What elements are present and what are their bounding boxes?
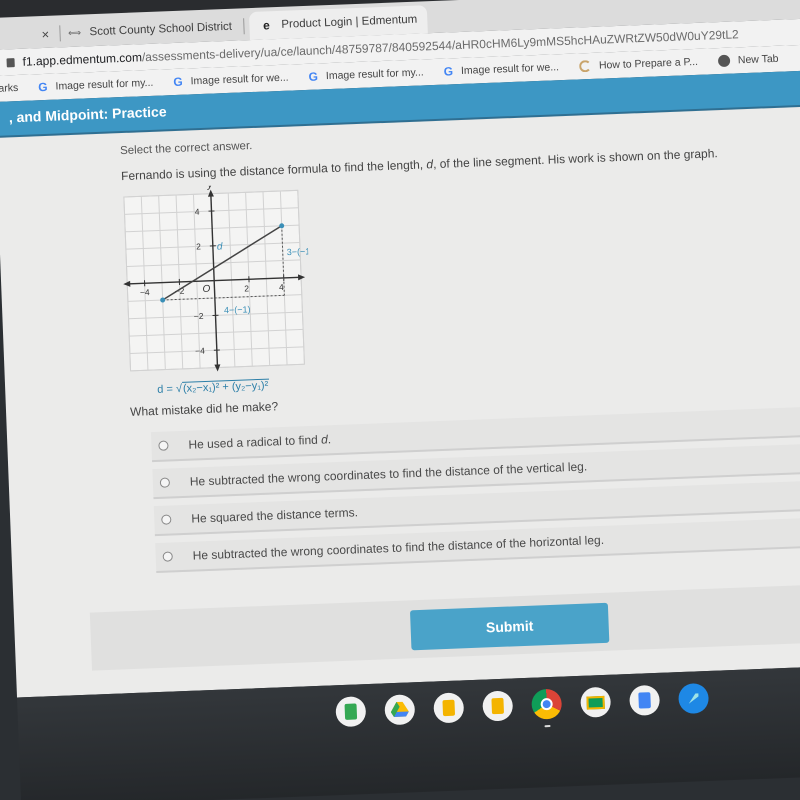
page-title: , and Midpoint: Practice [8, 103, 167, 126]
question-text-part: , of the line segment. His work is shown… [432, 146, 718, 172]
y-tick-label: −2 [194, 311, 204, 321]
bookmark-label: Image result for we... [190, 71, 289, 88]
bookmark-label: New Tab [737, 52, 779, 67]
google-g-icon: G [173, 74, 183, 90]
option-text: He used a radical to find [188, 432, 322, 452]
radio-button[interactable] [161, 514, 172, 525]
option-label: He used a radical to find d. [188, 432, 331, 451]
bookmark-all-bookmarks[interactable]: marks [0, 82, 18, 95]
google-g-icon: G [443, 64, 454, 79]
instruction-text: Select the correct answer. [119, 140, 253, 158]
x-tick-label: −4 [140, 287, 150, 297]
shelf-apps [335, 682, 728, 728]
question-text-part: Fernando is using the distance formula t… [120, 157, 427, 184]
bookmark-label: Image result for we... [460, 61, 560, 77]
tab-separator [59, 25, 61, 42]
bookmark-item[interactable]: How to Prepare a P... [578, 55, 699, 73]
drive-icon[interactable] [384, 694, 416, 726]
submit-button[interactable]: Submit [409, 602, 610, 651]
formula-radicand: (x₂−x₁)² + (y₂−y₁)² [181, 378, 270, 395]
google-g-icon: G [37, 79, 48, 95]
docs-icon[interactable] [629, 684, 661, 716]
option-text: . [327, 432, 332, 447]
bookmark-label: Image result for my... [325, 66, 424, 83]
horizontal-leg-label: 4−(−1) [224, 304, 251, 315]
bookmark-label: marks [0, 81, 19, 96]
radio-button[interactable] [159, 477, 171, 488]
lock-icon [6, 57, 15, 67]
radio-button[interactable] [162, 551, 173, 562]
option-label: He subtracted the wrong coordinates to f… [192, 532, 605, 563]
sheets-icon[interactable] [335, 696, 367, 728]
bookmark-item[interactable]: G Image result for my... [38, 76, 154, 94]
google-g-icon: G [308, 69, 319, 84]
bookmark-item[interactable]: G Image result for my... [308, 65, 424, 83]
submit-area: Submit [89, 583, 800, 671]
keep-icon[interactable] [433, 692, 465, 724]
question-prompt: What mistake did he make? [129, 399, 279, 419]
radio-button[interactable] [158, 440, 169, 451]
x-tick-label: 2 [244, 283, 249, 293]
distance-graph: xyO−4 −2 2 442−2−4d 3−(−1)4−(−1) [123, 182, 313, 372]
active-indicator [544, 725, 551, 728]
y-tick-label: 2 [196, 241, 201, 251]
segment-label: d [217, 241, 223, 252]
rocket-app-icon[interactable] [677, 682, 710, 715]
y-axis-label: y [206, 182, 213, 191]
x-axis-label: x [309, 273, 313, 284]
classroom-icon[interactable] [580, 686, 612, 718]
bookmark-label: How to Prepare a P... [598, 55, 699, 72]
globe-icon [717, 54, 731, 68]
bookmark-item[interactable]: G Image result for we... [173, 71, 289, 89]
y-tick-label: −4 [195, 346, 205, 356]
option-label: He squared the distance terms. [191, 505, 359, 526]
vertical-leg-label: 3−(−1) [287, 246, 313, 257]
school-link-icon: ⟺ [67, 27, 82, 38]
bookmark-item[interactable]: New Tab [717, 52, 779, 68]
screen: × ⟺ Scott County School District × e Pro… [0, 0, 800, 800]
question-panel: Select the correct answer. Fernando is u… [0, 106, 800, 698]
chrome-icon[interactable] [531, 688, 563, 728]
c-icon [578, 59, 592, 73]
y-tick-label: 4 [195, 207, 200, 217]
formula-lhs: d = [157, 383, 177, 396]
close-tab-icon[interactable]: × [41, 26, 49, 41]
bookmark-label: Image result for my... [55, 76, 154, 93]
tab-label: Scott County School District [89, 20, 233, 39]
tab-label: Product Login | Edmentum [281, 13, 418, 31]
tab-previous[interactable]: × [11, 20, 50, 49]
bookmark-item[interactable]: G Image result for we... [443, 60, 559, 78]
answer-options: He used a radical to find d. He subtract… [150, 406, 800, 580]
origin-label: O [202, 284, 210, 295]
edmentum-e-icon: e [262, 18, 271, 33]
slides-icon[interactable] [482, 690, 514, 722]
option-label: He subtracted the wrong coordinates to f… [189, 459, 588, 489]
distance-formula: d = √(x₂−x₁)² + (y₂−y₁)² [157, 378, 270, 396]
url-host: f1.app.edmentum.com [22, 50, 143, 69]
